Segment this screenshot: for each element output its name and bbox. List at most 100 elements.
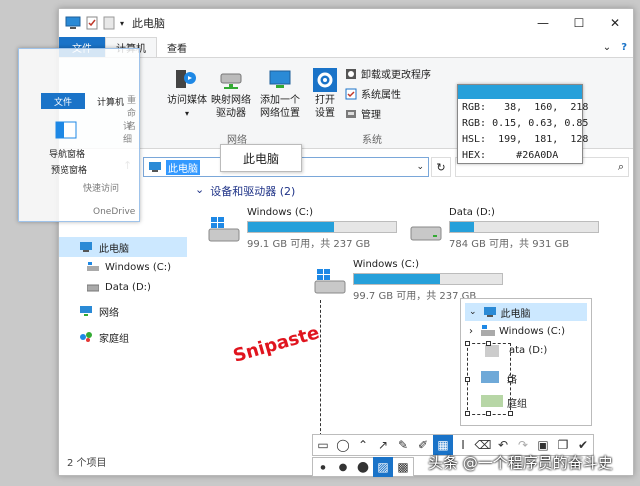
drive-usage-bar (449, 221, 599, 233)
tab-view[interactable]: 查看 (157, 37, 197, 57)
ribbon-tabs: 文件 计算机 查看 ⌄ ? (59, 37, 633, 57)
close-button[interactable]: ✕ (597, 9, 633, 37)
window-title: 此电脑 (132, 17, 166, 30)
help-icon[interactable]: ? (615, 37, 633, 57)
snip-overlay-window[interactable]: 文件 计算机 重命名 详细 导航窗格 预览窗格 快速访问 OneDrive (18, 48, 140, 222)
ghost-tab-computer: 计算机 (97, 98, 125, 108)
system-properties-button[interactable]: 系统属性 (345, 86, 401, 101)
system-group: 打开 设置 卸载或更改程序 系统属性 管理 系统 (309, 62, 435, 146)
mag-data-d: ata (D:) (509, 345, 548, 356)
navigation-pane: 此电脑 Windows (C:) Data (D:) 网络 家庭组 (59, 185, 187, 455)
media-icon (176, 70, 196, 88)
rgb-float-value: RGB: 0.15, 0.63, 0.85 (462, 117, 589, 129)
computer-icon (149, 162, 161, 172)
arrow-tool-icon[interactable]: ↗ (373, 435, 393, 455)
windows-drive-icon (314, 269, 346, 294)
customize-qa-icon[interactable]: ▾ (120, 19, 124, 28)
watermark-text: 头条 @一个程序员的奋斗史 (428, 454, 613, 472)
section-header[interactable]: ⌄ 设备和驱动器 (2) (195, 183, 295, 199)
nav-item-this-pc[interactable]: 此电脑 (59, 237, 187, 257)
search-icon: ⌕ (617, 160, 624, 173)
computer-icon (483, 307, 496, 317)
network-icon (80, 306, 92, 316)
blur-mode-icon[interactable]: ▨ (373, 457, 393, 477)
quick-access-toolbar: ▾ (59, 16, 124, 30)
properties-icon[interactable] (86, 16, 98, 30)
network-drive-icon (220, 73, 242, 89)
pane-icon (55, 121, 77, 139)
title-bar: ▾ 此电脑 — ☐ ✕ (59, 9, 633, 37)
nav-item-homegroup[interactable]: 家庭组 (59, 327, 187, 347)
nav-item-data-d[interactable]: Data (D:) (59, 277, 187, 297)
ghost-details: 详细 (123, 122, 133, 145)
drive-icon (410, 226, 442, 241)
address-tooltip: 此电脑 (220, 144, 302, 172)
resize-handle[interactable] (508, 377, 513, 382)
resize-handle[interactable] (465, 341, 470, 346)
ghost-preview-pane: 预览窗格 (51, 166, 88, 176)
add-network-location-button[interactable]: 添加一个 网络位置 (257, 68, 303, 120)
drive-tile-d[interactable]: Data (D:) 784 GB 可用，共 931 GB (409, 207, 609, 253)
nav-item-network[interactable]: 网络 (59, 301, 187, 321)
polyline-tool-icon[interactable]: ⌃ (353, 435, 373, 455)
monitor-globe-icon (269, 70, 291, 88)
ghost-quick-access: 快速访问 (83, 184, 120, 194)
computer-icon (80, 242, 92, 252)
drive-usage-bar (247, 221, 397, 233)
ellipse-tool-icon[interactable]: ◯ (333, 435, 353, 455)
rectangle-tool-icon[interactable]: ▭ (313, 435, 333, 455)
media-button[interactable]: 访问媒体 ▾ (167, 68, 207, 120)
windows-drive-icon (87, 262, 99, 271)
drive-usage-bar (353, 273, 503, 285)
size-large-icon[interactable]: ● (353, 457, 373, 477)
new-folder-icon[interactable] (103, 16, 115, 30)
address-dropdown-icon[interactable]: ⌄ (416, 162, 428, 172)
drive-icon (87, 284, 99, 292)
open-settings-button[interactable]: 打开 设置 (309, 68, 341, 120)
uninstall-icon (346, 68, 356, 79)
homegroup-icon (80, 332, 92, 342)
mag-this-pc: ⌄ 此电脑 (465, 303, 587, 321)
manage-icon (346, 109, 356, 118)
resize-handle[interactable] (508, 411, 513, 416)
uninstall-program-button[interactable]: 卸载或更改程序 (345, 66, 431, 81)
gear-icon (313, 68, 337, 92)
computer-icon (65, 16, 81, 29)
resize-handle[interactable] (486, 341, 491, 346)
chevron-down-icon: ⌄ (469, 307, 477, 317)
windows-drive-icon (481, 325, 495, 336)
resize-handle[interactable] (465, 411, 470, 416)
system-group-label: 系统 (362, 135, 382, 146)
size-medium-icon[interactable]: ● (333, 457, 353, 477)
hex-value: HEX: #26A0DA (462, 149, 559, 161)
system-properties-icon (345, 88, 357, 99)
pencil-tool-icon[interactable]: ✎ (393, 435, 413, 455)
size-small-icon[interactable]: ● (313, 457, 333, 477)
minimize-button[interactable]: — (525, 9, 561, 37)
windows-drive-icon (208, 217, 240, 242)
maximize-button[interactable]: ☐ (561, 9, 597, 37)
ribbon-collapse-icon[interactable]: ⌄ (599, 37, 615, 57)
drive-tile-c[interactable]: Windows (C:) 99.1 GB 可用，共 237 GB (207, 207, 407, 253)
mag-windows-c: › Windows (C:) (469, 325, 565, 337)
resize-handle[interactable] (465, 377, 470, 382)
selection-guide (320, 300, 321, 436)
resize-handle[interactable] (486, 411, 491, 416)
ghost-onedrive: OneDrive (93, 207, 136, 217)
ghost-nav-pane: 导航窗格 (49, 150, 86, 160)
chevron-down-icon: ⌄ (195, 183, 205, 196)
ghost-tab-file: 文件 (41, 93, 85, 109)
map-drive-button[interactable]: 映射网络 驱动器 (211, 68, 251, 120)
magnifier-panel: ⌄ 此电脑 › Windows (C:) ata (D:) 络 庭组 (460, 298, 592, 426)
manage-button[interactable]: 管理 (345, 106, 381, 121)
color-picker-info: RGB: 38, 160, 218 RGB: 0.15, 0.63, 0.85 … (457, 84, 589, 164)
refresh-button[interactable]: ↻ (431, 157, 451, 177)
mosaic-mode-icon[interactable]: ▩ (393, 457, 413, 477)
hsl-value: HSL: 199, 181, 128 (462, 133, 589, 145)
selection-rect[interactable] (467, 343, 511, 415)
network-group: 访问媒体 ▾ 映射网络 驱动器 添加一个 网络位置 网络 (167, 62, 307, 146)
nav-item-windows-c[interactable]: Windows (C:) (59, 257, 187, 277)
snip-options-toolbar: ● ● ● ▨ ▩ (312, 457, 414, 477)
chevron-right-icon: › (469, 325, 473, 337)
address-text: 此电脑 (166, 159, 200, 175)
